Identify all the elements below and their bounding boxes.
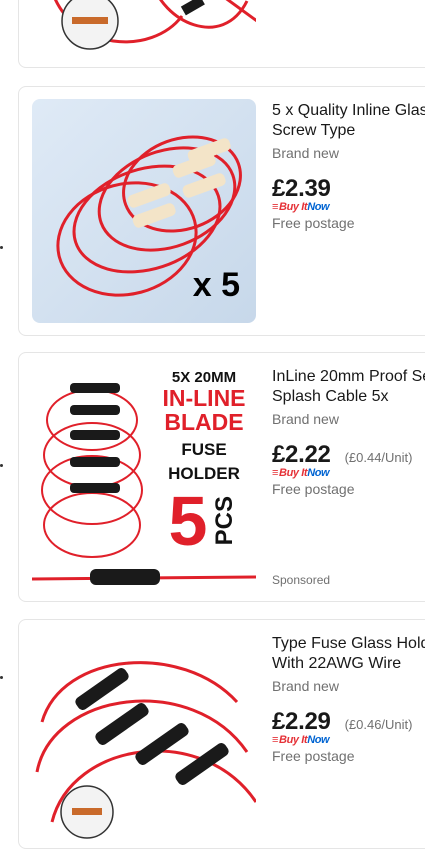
image-text-line: FUSE [181,440,227,459]
title-line-1[interactable]: 5 x Quality Inline Glass [272,101,425,121]
price: £2.29 [272,708,331,735]
title-line-1[interactable]: Type Fuse Glass Holder [272,634,425,654]
postage-text: Free postage [272,748,355,764]
fuse-wire-image [35,661,256,839]
scroll-marker [0,246,3,249]
listing-card-3[interactable]: Type Fuse Glass Holder With 22AWG Wire B… [18,619,425,849]
buy-it-now-badge: ≡Buy ItNow [272,201,330,213]
listing-image[interactable] [32,632,256,848]
price: £2.22 [272,441,331,468]
listing-image[interactable] [32,0,256,56]
unit-price: (£0.46/Unit) [344,717,413,732]
listing-card-1[interactable]: x 5 5 x Quality Inline Glass Screw Type … [18,86,425,336]
image-text-line: IN-LINE [162,385,246,411]
listing-card-2[interactable]: 5X 20MM IN-LINE BLADE FUSE HOLDER 5 PCS … [18,352,425,602]
fuse-wire-image [54,0,256,50]
title-line-2[interactable]: Splash Cable 5x [272,387,425,407]
postage-text: Free postage [272,481,355,497]
listing-card-0[interactable] [18,0,425,68]
buy-it-now-badge: ≡Buy ItNow [272,467,330,479]
price: £2.39 [272,175,331,202]
listing-title[interactable]: InLine 20mm Proof Sealed Splash Cable 5x [272,367,425,407]
image-quantity-text: x 5 [192,266,240,304]
listing-title[interactable]: 5 x Quality Inline Glass Screw Type [272,101,425,141]
image-text-line: HOLDER [168,464,240,483]
buy-it-now-badge: ≡Buy ItNow [272,734,330,746]
scroll-marker [0,464,3,467]
sponsored-label: Sponsored [272,573,331,587]
image-text-line: BLADE [164,409,244,435]
image-big-number: 5 [168,482,208,560]
condition-text: Brand new [272,145,339,161]
image-text-block: 5X 20MM IN-LINE BLADE FUSE HOLDER 5 PCS [154,369,254,556]
title-line-2[interactable]: With 22AWG Wire [272,654,425,674]
unit-price: (£0.44/Unit) [344,450,413,465]
listing-title[interactable]: Type Fuse Glass Holder With 22AWG Wire [272,634,425,674]
title-line-1[interactable]: InLine 20mm Proof Sealed [272,367,425,387]
image-pcs-text: PCS [211,496,239,546]
scroll-marker [0,676,3,679]
title-line-2[interactable]: Screw Type [272,121,425,141]
listing-image[interactable]: 5X 20MM IN-LINE BLADE FUSE HOLDER 5 PCS [32,365,256,589]
listing-image[interactable]: x 5 [32,99,256,323]
condition-text: Brand new [272,678,339,694]
image-text-line: 5X 20MM [171,369,237,386]
condition-text: Brand new [272,411,339,427]
postage-text: Free postage [272,215,355,231]
